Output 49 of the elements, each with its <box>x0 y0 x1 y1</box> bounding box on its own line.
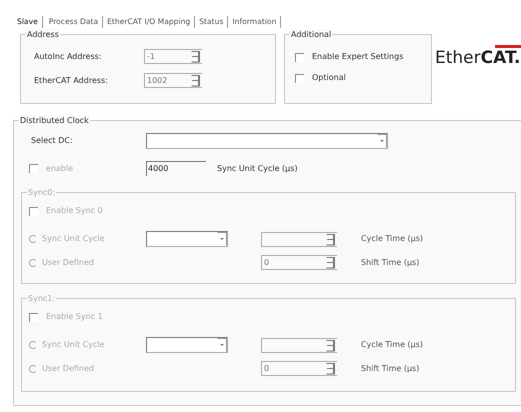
group-title: Sync1: <box>27 293 56 304</box>
spin-buttons-icon[interactable] <box>191 74 200 87</box>
logo-text: Ether <box>435 48 481 68</box>
checkbox-label: enable <box>46 162 74 174</box>
group-title: Sync0: <box>27 187 56 198</box>
field-value: 0 <box>264 362 270 374</box>
radio-label: Sync Unit Cycle <box>42 233 106 245</box>
spin-buttons-icon[interactable] <box>326 338 335 352</box>
dropdown-caret-icon[interactable] <box>377 134 387 148</box>
field-value: -1 <box>147 50 155 62</box>
group-title: Additional <box>290 29 332 40</box>
dropdown[interactable] <box>146 231 228 247</box>
checkbox-label: Enable Expert Settings <box>312 51 404 63</box>
field-label: Select DC: <box>30 135 74 147</box>
radio-label: User Defined <box>42 362 95 374</box>
dropdown[interactable] <box>146 337 228 353</box>
field-label: Shift Time (µs) <box>361 362 420 374</box>
spin-field[interactable]: 1002 <box>144 73 202 88</box>
checkbox[interactable] <box>295 52 304 62</box>
spin-field[interactable]: -1 <box>144 49 202 64</box>
spin-field[interactable] <box>261 338 337 352</box>
field-value: 0 <box>264 256 270 268</box>
radio-label: User Defined <box>42 256 95 268</box>
spin-buttons-icon[interactable] <box>191 50 200 63</box>
spin-buttons-icon[interactable] <box>326 256 335 269</box>
cycle-field[interactable]: 4000 <box>146 161 206 176</box>
field-label: EtherCAT Address: <box>33 74 109 86</box>
dropdown-caret-icon[interactable] <box>217 232 227 246</box>
logo-text: CAT. <box>480 48 520 68</box>
field-label: Cycle Time (µs) <box>361 233 424 245</box>
group-title: Distributed Clock <box>19 115 90 126</box>
dropdown-caret-icon[interactable] <box>217 338 227 352</box>
field-label: Cycle Time (µs) <box>361 339 424 351</box>
spin-buttons-icon[interactable] <box>326 362 335 375</box>
field-value: 1002 <box>147 74 168 86</box>
logo-stripe <box>495 45 521 48</box>
group-title: Address <box>26 29 60 40</box>
checkbox-label: Enable Sync 1 <box>46 311 103 323</box>
spin-buttons-icon[interactable] <box>326 232 335 246</box>
radio-label: Sync Unit Cycle <box>42 339 106 351</box>
select-dc-dropdown[interactable] <box>146 133 388 149</box>
field-label: Sync Unit Cycle (µs) <box>217 162 298 174</box>
checkbox-label: Enable Sync 0 <box>46 205 103 217</box>
field-label: Shift Time (µs) <box>361 256 420 268</box>
checkbox[interactable] <box>295 74 304 82</box>
checkbox-label: Optional <box>312 72 346 84</box>
field-value: 4000 <box>148 163 168 175</box>
field-label: AutoInc Address: <box>33 50 102 62</box>
spin-field[interactable] <box>261 232 337 246</box>
